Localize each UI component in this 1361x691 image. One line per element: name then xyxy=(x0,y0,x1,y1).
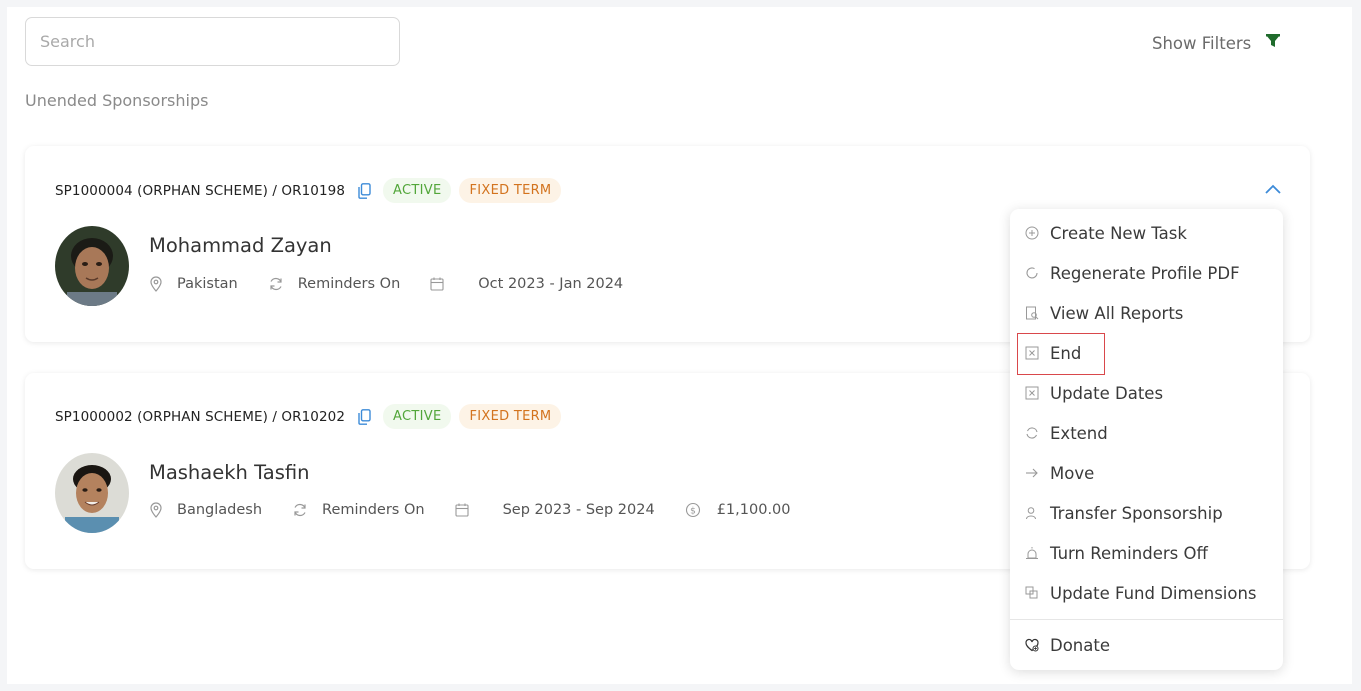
refresh-icon xyxy=(268,276,284,292)
section-title: Unended Sponsorships xyxy=(25,91,209,110)
menu-item-label: Update Fund Dimensions xyxy=(1050,583,1257,603)
calendar-icon xyxy=(430,277,444,291)
search-input[interactable] xyxy=(25,17,400,66)
menu-divider xyxy=(1010,619,1283,620)
copy-icon[interactable] xyxy=(358,182,371,199)
filter-icon xyxy=(1265,33,1281,53)
menu-item-label: Extend xyxy=(1050,423,1108,443)
menu-item-transfer-sponsorship[interactable]: Transfer Sponsorship xyxy=(1010,493,1283,533)
menu-item-move[interactable]: Move xyxy=(1010,453,1283,493)
sponsorship-meta: Pakistan Reminders On Oct 2023 - Jan 202… xyxy=(149,276,653,292)
menu-item-update-dates[interactable]: Update Dates xyxy=(1010,373,1283,413)
reminders-label: Reminders On xyxy=(322,502,425,518)
period-label: Sep 2023 - Sep 2024 xyxy=(502,502,655,518)
avatar xyxy=(55,226,129,306)
menu-item-label: Transfer Sponsorship xyxy=(1050,503,1223,523)
menu-item-label: Create New Task xyxy=(1050,223,1187,243)
menu-item-extend[interactable]: Extend xyxy=(1010,413,1283,453)
location-icon xyxy=(149,502,163,518)
plus-circle-icon xyxy=(1025,226,1039,240)
menu-item-label: Update Dates xyxy=(1050,383,1164,403)
term-badge: FIXED TERM xyxy=(459,178,562,203)
show-filters-label: Show Filters xyxy=(1152,33,1252,53)
avatar xyxy=(55,453,129,533)
menu-item-update-fund-dimensions[interactable]: Update Fund Dimensions xyxy=(1010,573,1283,613)
user-transfer-icon xyxy=(1025,506,1039,520)
actions-menu: Create New Task Regenerate Profile PDF V… xyxy=(1010,209,1283,670)
term-badge: FIXED TERM xyxy=(459,404,562,429)
status-badge: ACTIVE xyxy=(383,178,452,203)
menu-item-create-new-task[interactable]: Create New Task xyxy=(1010,213,1283,253)
country-label: Bangladesh xyxy=(177,502,263,518)
menu-item-label: Donate xyxy=(1050,635,1110,655)
square-x-icon xyxy=(1025,386,1039,400)
menu-item-end[interactable]: End xyxy=(1010,333,1283,375)
alarm-icon xyxy=(1025,546,1039,560)
amount-label: £1,100.00 xyxy=(716,502,791,518)
chevron-up-icon[interactable] xyxy=(1264,180,1282,199)
menu-item-turn-reminders-off[interactable]: Turn Reminders Off xyxy=(1010,533,1283,573)
show-filters-button[interactable]: Show Filters xyxy=(1152,33,1281,53)
status-badge: ACTIVE xyxy=(383,404,452,429)
dollar-circle-icon: $ xyxy=(685,502,701,518)
menu-item-label: End xyxy=(1050,343,1082,363)
copy-icon[interactable] xyxy=(358,408,371,425)
menu-item-regenerate-profile-pdf[interactable]: Regenerate Profile PDF xyxy=(1010,253,1283,293)
sponsored-name: Mashaekh Tasfin xyxy=(149,461,310,484)
square-x-icon xyxy=(1025,346,1039,360)
location-icon xyxy=(149,276,163,292)
menu-item-donate[interactable]: Donate xyxy=(1010,625,1283,665)
menu-item-view-all-reports[interactable]: View All Reports xyxy=(1010,293,1283,333)
reminders-label: Reminders On xyxy=(297,276,401,292)
refresh-circle-icon xyxy=(1025,266,1039,280)
refresh-icon xyxy=(292,502,308,518)
sponsorship-reference: SP1000002 (ORPHAN SCHEME) / OR10202 xyxy=(55,408,346,425)
menu-item-label: Turn Reminders Off xyxy=(1050,543,1208,563)
calendar-icon xyxy=(455,503,469,517)
svg-text:$: $ xyxy=(690,506,696,516)
copy-icon xyxy=(1025,586,1039,600)
sponsored-name: Mohammad Zayan xyxy=(149,234,332,257)
sponsorship-meta: Bangladesh Reminders On Sep 2023 - Sep 2… xyxy=(149,502,821,518)
card-header: SP1000004 (ORPHAN SCHEME) / OR10198 ACTI… xyxy=(55,178,569,203)
menu-item-label: View All Reports xyxy=(1050,303,1184,323)
heart-plus-icon xyxy=(1025,638,1039,652)
menu-item-label: Regenerate Profile PDF xyxy=(1050,263,1240,283)
refresh-icon xyxy=(1025,426,1039,440)
menu-item-label: Move xyxy=(1050,463,1095,483)
period-label: Oct 2023 - Jan 2024 xyxy=(478,276,624,292)
country-label: Pakistan xyxy=(177,276,238,292)
sponsorship-reference: SP1000004 (ORPHAN SCHEME) / OR10198 xyxy=(55,182,346,199)
arrow-right-icon xyxy=(1025,466,1039,480)
card-header: SP1000002 (ORPHAN SCHEME) / OR10202 ACTI… xyxy=(55,404,569,429)
report-search-icon xyxy=(1025,306,1039,320)
